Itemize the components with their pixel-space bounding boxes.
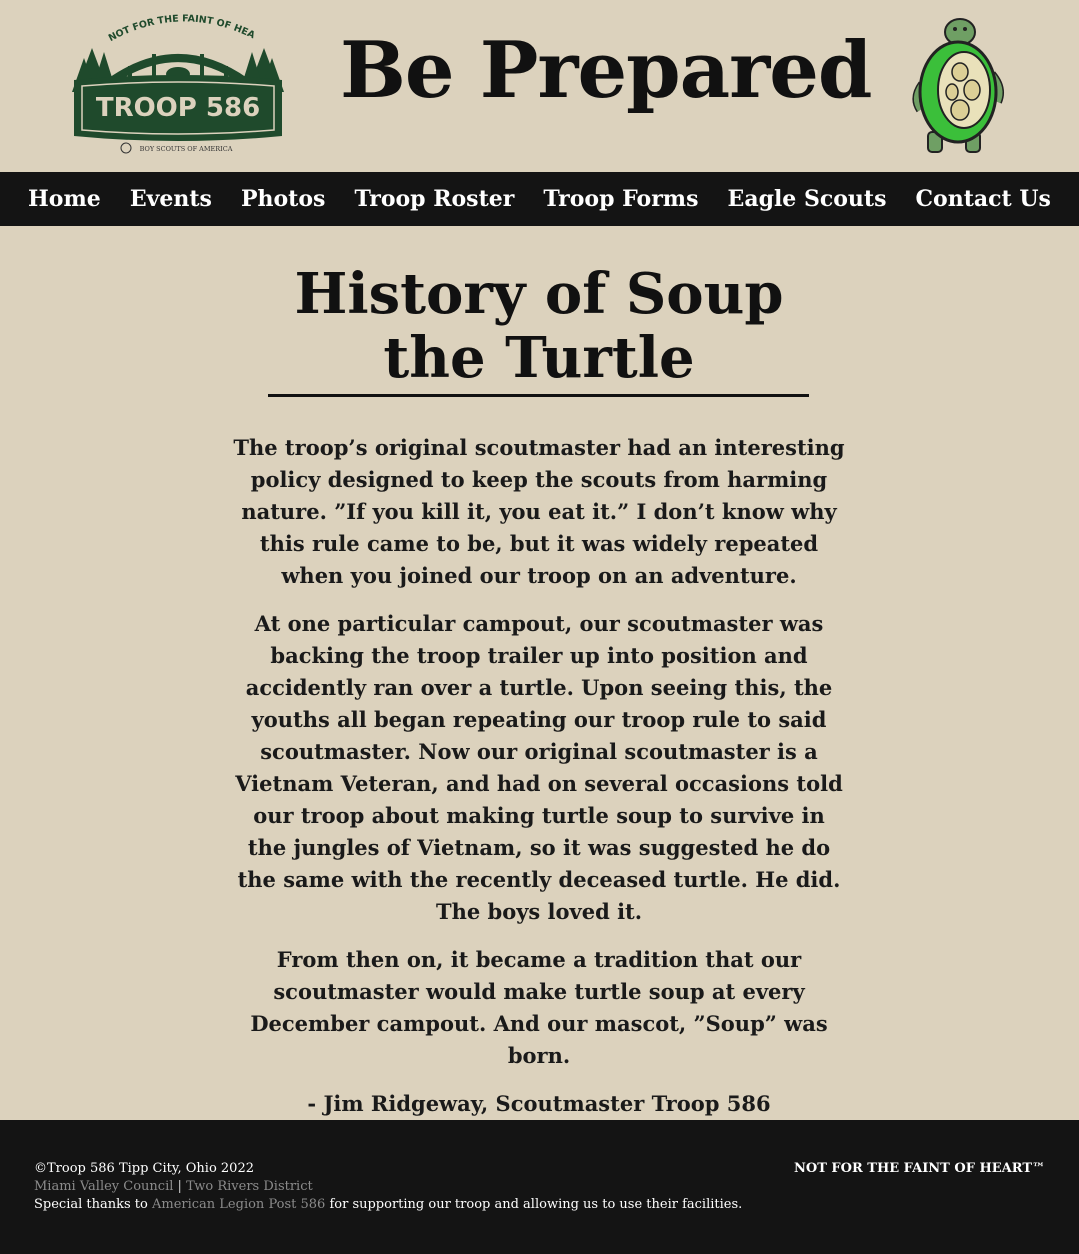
troop-logo-icon: NOT FOR THE FAINT OF HEART TROOP 586 BOY… — [67, 0, 284, 154]
thanks-prefix: Special thanks to — [34, 1197, 152, 1212]
story-paragraph: At one particular campout, our scoutmast… — [235, 611, 843, 924]
site-title: Be Prepared — [340, 25, 872, 116]
nav-home[interactable]: Home — [28, 186, 101, 212]
story-paragraph: The troop’s original scoutmaster had an … — [233, 435, 845, 588]
page-title-line1: History of Soup — [294, 261, 784, 327]
turtle-mascot — [908, 14, 1008, 156]
thanks-suffix: for supporting our troop and allowing us… — [325, 1197, 743, 1212]
nav-eagle-scouts[interactable]: Eagle Scouts — [728, 186, 887, 212]
legion-post-link[interactable]: American Legion Post 586 — [152, 1197, 325, 1212]
footer-separator: | — [177, 1179, 182, 1194]
page-title: History of Soup the Turtle — [268, 262, 810, 390]
footer-thanks: Special thanks to American Legion Post 5… — [34, 1196, 742, 1214]
story-paragraph: From then on, it became a tradition that… — [250, 947, 828, 1068]
turtle-mascot-icon — [912, 18, 1004, 153]
nav-photos[interactable]: Photos — [241, 186, 325, 212]
nav-events[interactable]: Events — [130, 186, 212, 212]
page-title-line2: the Turtle — [383, 325, 695, 391]
nav-contact-us[interactable]: Contact Us — [916, 186, 1051, 212]
logo-bsa-label: BOY SCOUTS OF AMERICA — [140, 145, 233, 153]
main-nav: Home Events Photos Troop Roster Troop Fo… — [0, 172, 1079, 226]
district-link[interactable]: Two Rivers District — [186, 1179, 313, 1194]
nav-troop-roster[interactable]: Troop Roster — [354, 186, 514, 212]
footer-tagline: NOT FOR THE FAINT OF HEART™ — [793, 1161, 1045, 1176]
site-footer: ©Troop 586 Tipp City, Ohio 2022 Miami Va… — [0, 1120, 1079, 1254]
footer-links: Miami Valley Council | Two Rivers Distri… — [34, 1178, 742, 1196]
logo-troop-label: TROOP 586 — [96, 93, 260, 123]
svg-text:NOT FOR THE FAINT OF HEART: NOT FOR THE FAINT OF HEART — [70, 8, 257, 44]
council-link[interactable]: Miami Valley Council — [34, 1179, 173, 1194]
logo-arc-text: NOT FOR THE FAINT OF HEART — [67, 0, 258, 44]
story-signature: - Jim Ridgeway, Scoutmaster Troop 586 — [307, 1091, 771, 1116]
nav-troop-forms[interactable]: Troop Forms — [543, 186, 698, 212]
main-content: History of Soup the Turtle The troop’s o… — [0, 226, 1079, 1120]
title-divider — [268, 394, 809, 397]
footer-copyright: ©Troop 586 Tipp City, Ohio 2022 — [34, 1161, 254, 1176]
troop-logo[interactable]: NOT FOR THE FAINT OF HEART TROOP 586 BOY… — [67, 0, 286, 160]
site-header: NOT FOR THE FAINT OF HEART TROOP 586 BOY… — [0, 0, 1079, 172]
footer-info: ©Troop 586 Tipp City, Ohio 2022 Miami Va… — [34, 1160, 742, 1214]
story-body: The troop’s original scoutmaster had an … — [232, 432, 846, 1136]
